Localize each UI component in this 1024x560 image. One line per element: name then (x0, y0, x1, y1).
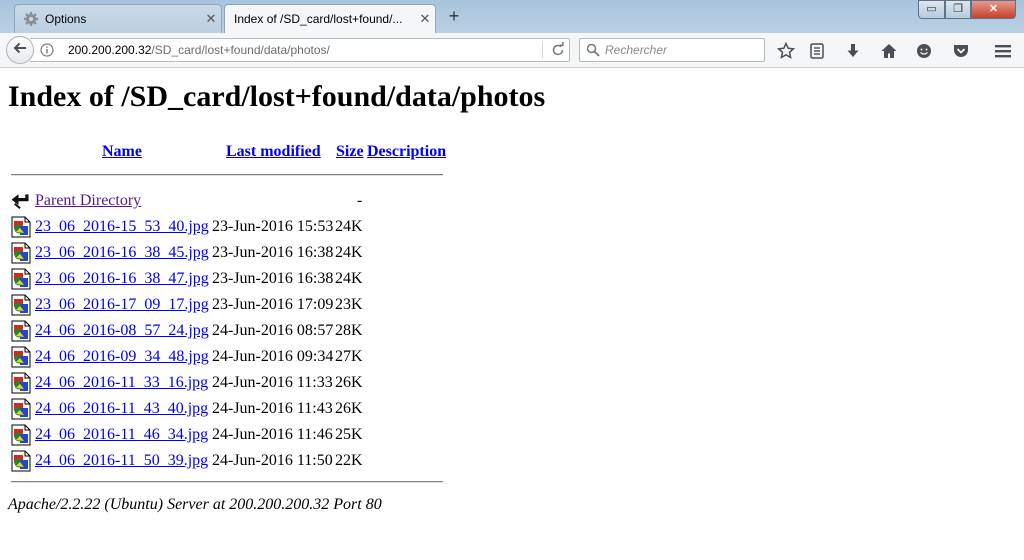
file-link[interactable]: 23_06_2016-15_53_40.jpg (35, 218, 209, 236)
file-row: 24_06_2016-09_34_48.jpg 24-Jun-2016 09:34… (0, 346, 460, 372)
navigation-toolbar: 200.200.200.32/SD_card/lost+found/data/p… (0, 33, 1024, 68)
file-size: 22K (335, 452, 363, 469)
file-size: 24K (335, 270, 363, 287)
file-last-modified: 23-Jun-2016 17:09 (212, 296, 334, 313)
close-tab-icon[interactable]: ✕ (201, 11, 221, 27)
file-link[interactable]: 24_06_2016-11_50_39.jpg (35, 452, 208, 470)
file-row: 23_06_2016-16_38_45.jpg 23-Jun-2016 16:38… (0, 242, 460, 268)
info-icon[interactable] (40, 43, 54, 57)
file-last-modified: 23-Jun-2016 16:38 (212, 270, 334, 287)
footer-divider (11, 481, 443, 483)
column-header-description[interactable]: Description (367, 143, 446, 161)
file-size: 23K (335, 296, 363, 313)
page-title: Index of /SD_card/lost+found/data/photos (8, 80, 546, 113)
download-icon[interactable] (844, 42, 862, 60)
file-link[interactable]: 23_06_2016-17_09_17.jpg (35, 296, 209, 314)
image-file-icon (11, 450, 31, 472)
file-row: 24_06_2016-11_43_40.jpg 24-Jun-2016 11:43… (0, 398, 460, 424)
back-folder-icon (11, 190, 31, 212)
url-separator (542, 42, 543, 58)
parent-directory-row: Parent Directory - (0, 190, 460, 216)
image-file-icon (11, 398, 31, 420)
file-last-modified: 24-Jun-2016 11:50 (212, 452, 333, 469)
parent-size: - (357, 192, 363, 209)
menu-icon[interactable] (994, 42, 1012, 60)
search-input[interactable]: Rechercher (579, 38, 765, 62)
reload-icon[interactable] (550, 42, 566, 58)
tab-label: Index of /SD_card/lost+found/... (234, 12, 403, 26)
image-file-icon (11, 294, 31, 316)
file-last-modified: 24-Jun-2016 09:34 (212, 348, 334, 365)
file-link[interactable]: 23_06_2016-16_38_45.jpg (35, 244, 209, 262)
gear-icon (23, 11, 39, 27)
file-row: 24_06_2016-08_57_24.jpg 24-Jun-2016 08:57… (0, 320, 460, 346)
url-text: 200.200.200.32/SD_card/lost+found/data/p… (68, 43, 330, 57)
file-last-modified: 24-Jun-2016 11:33 (212, 374, 333, 391)
file-link[interactable]: 24_06_2016-11_43_40.jpg (35, 400, 208, 418)
server-signature: Apache/2.2.22 (Ubuntu) Server at 200.200… (8, 496, 382, 513)
file-row: 24_06_2016-11_33_16.jpg 24-Jun-2016 11:33… (0, 372, 460, 398)
bookmark-star-icon[interactable] (777, 42, 795, 60)
file-link[interactable]: 24_06_2016-08_57_24.jpg (35, 322, 209, 340)
file-link[interactable]: 23_06_2016-16_38_47.jpg (35, 270, 209, 288)
title-bar: Options ✕ Index of /SD_card/lost+found/.… (0, 0, 1024, 33)
file-size: 27K (335, 348, 363, 365)
search-placeholder: Rechercher (605, 43, 668, 57)
minimize-button[interactable]: ▭ (918, 0, 945, 19)
file-link[interactable]: 24_06_2016-09_34_48.jpg (35, 348, 209, 366)
hello-icon[interactable] (915, 42, 933, 60)
close-window-button[interactable]: ✕ (971, 0, 1016, 19)
file-size: 25K (335, 426, 363, 443)
file-size: 26K (335, 374, 363, 391)
file-row: 23_06_2016-15_53_40.jpg 23-Jun-2016 15:53… (0, 216, 460, 242)
image-file-icon (11, 346, 31, 368)
file-size: 24K (335, 218, 363, 235)
header-divider (11, 174, 443, 176)
file-size: 24K (335, 244, 363, 261)
back-button[interactable] (6, 36, 34, 64)
maximize-button[interactable]: ❐ (945, 0, 971, 19)
file-last-modified: 24-Jun-2016 08:57 (212, 322, 334, 339)
column-header-name[interactable]: Name (102, 143, 142, 161)
image-file-icon (11, 216, 31, 238)
file-link[interactable]: 24_06_2016-11_33_16.jpg (35, 374, 208, 392)
url-bar[interactable]: 200.200.200.32/SD_card/lost+found/data/p… (30, 38, 570, 62)
parent-directory-link[interactable]: Parent Directory (35, 192, 141, 210)
file-last-modified: 24-Jun-2016 11:43 (212, 400, 333, 417)
file-last-modified: 23-Jun-2016 16:38 (212, 244, 334, 261)
column-header-size[interactable]: Size (336, 143, 364, 161)
tab-label: Options (45, 12, 87, 26)
back-arrow-icon (12, 40, 28, 61)
image-file-icon (11, 424, 31, 446)
tab-index[interactable]: Index of /SD_card/lost+found/... ✕ (224, 4, 436, 33)
home-icon[interactable] (880, 42, 898, 60)
tab-options[interactable]: Options ✕ (14, 4, 222, 33)
url-path: /SD_card/lost+found/data/photos/ (151, 43, 330, 57)
image-file-icon (11, 320, 31, 342)
file-row: 23_06_2016-17_09_17.jpg 23-Jun-2016 17:09… (0, 294, 460, 320)
url-host: 200.200.200.32 (68, 43, 152, 57)
file-row: 24_06_2016-11_50_39.jpg 24-Jun-2016 11:50… (0, 450, 460, 476)
reading-list-icon[interactable] (808, 42, 826, 60)
image-file-icon (11, 372, 31, 394)
file-last-modified: 24-Jun-2016 11:46 (212, 426, 333, 443)
close-tab-icon[interactable]: ✕ (415, 11, 435, 27)
file-size: 26K (335, 400, 363, 417)
file-last-modified: 23-Jun-2016 15:53 (212, 218, 334, 235)
pocket-icon[interactable] (952, 42, 970, 60)
file-row: 24_06_2016-11_46_34.jpg 24-Jun-2016 11:46… (0, 424, 460, 450)
image-file-icon (11, 268, 31, 290)
file-size: 28K (335, 322, 363, 339)
column-header-last-modified[interactable]: Last modified (226, 143, 321, 161)
new-tab-button[interactable]: + (444, 6, 464, 26)
search-icon (586, 43, 600, 57)
file-link[interactable]: 24_06_2016-11_46_34.jpg (35, 426, 208, 444)
file-row: 23_06_2016-16_38_47.jpg 23-Jun-2016 16:38… (0, 268, 460, 294)
image-file-icon (11, 242, 31, 264)
